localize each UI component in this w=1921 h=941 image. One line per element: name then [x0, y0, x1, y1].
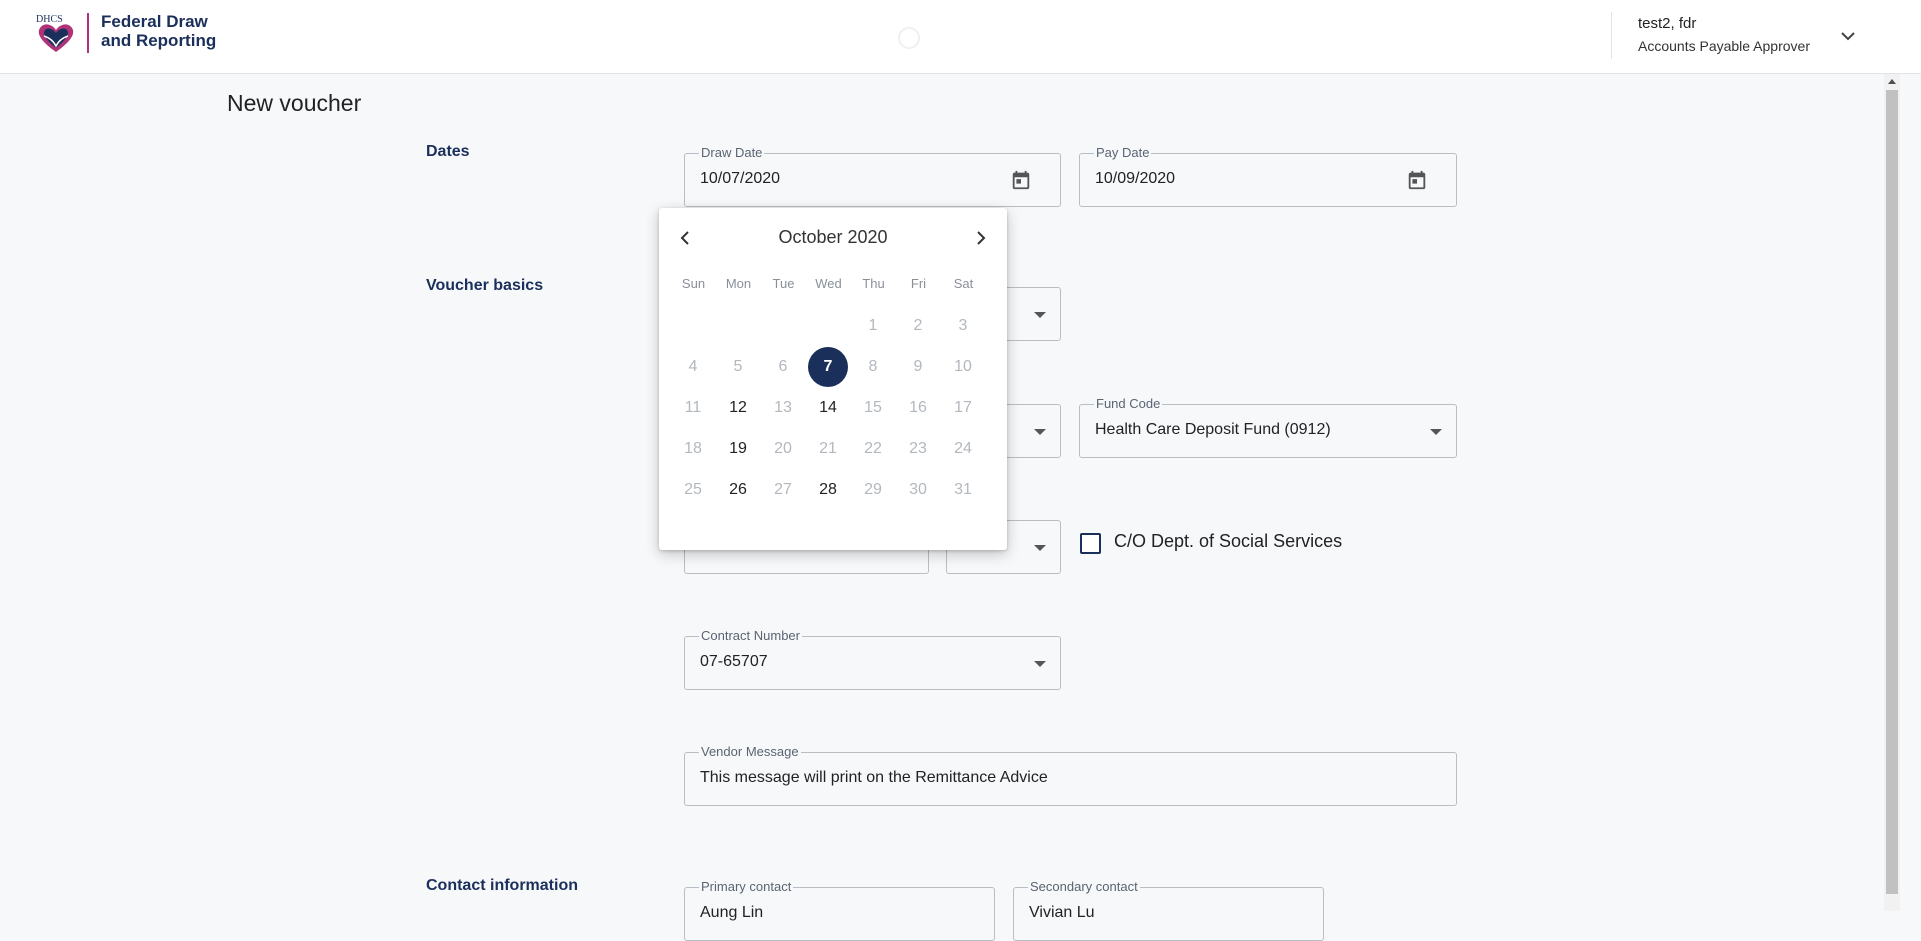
datepicker-day[interactable]: 26	[718, 470, 758, 510]
datepicker-day: 30	[909, 481, 927, 498]
datepicker-day: 25	[684, 481, 702, 498]
datepicker-day: 15	[864, 399, 882, 416]
datepicker-day: 13	[774, 399, 792, 416]
contract-number-select[interactable]: Contract Number 07-65707	[684, 628, 1061, 690]
datepicker-day: 27	[774, 481, 792, 498]
datepicker-day[interactable]: 7	[808, 347, 848, 387]
user-role: Accounts Payable Approver	[1638, 38, 1810, 54]
logo-divider	[87, 13, 89, 53]
calendar-icon[interactable]	[1010, 169, 1032, 191]
secondary-contact-field[interactable]: Secondary contact Vivian Lu	[1013, 879, 1324, 941]
page-title: New voucher	[227, 90, 362, 116]
dropdown-caret-icon	[1430, 429, 1442, 435]
datepicker-day: 23	[909, 440, 927, 457]
primary-contact-label: Primary contact	[699, 879, 794, 895]
datepicker-day: 1	[868, 317, 878, 334]
secondary-contact-label: Secondary contact	[1028, 879, 1140, 895]
co-dss-label[interactable]: C/O Dept. of Social Services	[1114, 531, 1342, 552]
primary-contact-value: Aung Lin	[700, 904, 764, 921]
weekday-label: Thu	[862, 276, 885, 291]
scroll-up-arrow-icon[interactable]	[1888, 79, 1896, 84]
datepicker-popup: October 2020 Sun Mon Tue Wed Thu Fri Sat 12345…	[659, 208, 1007, 550]
loading-spinner-icon	[898, 27, 920, 49]
pay-date-label: Pay Date	[1094, 145, 1152, 161]
app-brand[interactable]: Federal Draw and Reporting	[101, 12, 216, 50]
datepicker-day: 24	[954, 440, 972, 457]
secondary-contact-value: Vivian Lu	[1029, 904, 1095, 921]
primary-contact-field[interactable]: Primary contact Aung Lin	[684, 879, 995, 941]
user-name[interactable]: test2, fdr	[1638, 15, 1696, 32]
brand-line-2: and Reporting	[101, 31, 217, 50]
datepicker-day: 4	[688, 358, 698, 375]
dhcs-logo: DHCS	[36, 14, 74, 52]
dropdown-caret-icon	[1034, 312, 1046, 318]
dropdown-caret-icon	[1034, 545, 1046, 551]
fund-code-value: Health Care Deposit Fund (0912)	[1095, 421, 1331, 438]
datepicker-day: 5	[733, 358, 743, 375]
datepicker-day[interactable]: 19	[718, 429, 758, 469]
calendar-icon[interactable]	[1406, 169, 1428, 191]
datepicker-day: 10	[954, 358, 972, 375]
dropdown-caret-icon	[1034, 661, 1046, 667]
logo-wordmark: DHCS	[36, 14, 63, 25]
datepicker-day: 22	[864, 440, 882, 457]
pay-date-value: 10/09/2020	[1095, 170, 1176, 187]
datepicker-day: 31	[954, 481, 972, 498]
pay-date-field[interactable]: Pay Date 10/09/2020	[1079, 145, 1457, 207]
app-header: DHCS Federal Draw and Reporting test2, f…	[0, 0, 1921, 74]
fund-code-select[interactable]: Fund Code Health Care Deposit Fund (0912…	[1079, 396, 1457, 458]
datepicker-day: 3	[958, 317, 968, 334]
page-scrollbar-thumb[interactable]	[1886, 90, 1898, 894]
contract-number-value: 07-65707	[700, 653, 768, 670]
header-separator	[1611, 12, 1612, 59]
co-dss-checkbox[interactable]	[1080, 533, 1101, 554]
vendor-message-value: This message will print on the Remittanc…	[700, 769, 1048, 786]
draw-date-label: Draw Date	[699, 145, 765, 161]
chevron-down-icon[interactable]	[1838, 26, 1858, 46]
chevron-right-icon[interactable]	[969, 226, 993, 250]
weekday-label: Mon	[725, 276, 752, 291]
fund-code-label: Fund Code	[1094, 396, 1163, 412]
datepicker-month-label: October 2020	[778, 227, 888, 247]
contract-number-label: Contract Number	[699, 628, 802, 644]
vendor-message-field[interactable]: Vendor Message This message will print o…	[684, 744, 1457, 806]
vendor-message-label: Vendor Message	[699, 744, 801, 760]
weekday-label: Sun	[681, 276, 706, 291]
weekday-label: Wed	[815, 276, 842, 291]
datepicker-day: 16	[909, 399, 927, 416]
datepicker-day: 29	[864, 481, 882, 498]
section-voucher-basics: Voucher basics	[426, 277, 544, 294]
draw-date-field[interactable]: Draw Date 10/07/2020	[684, 145, 1061, 207]
datepicker-day[interactable]: 14	[808, 388, 848, 428]
datepicker-day: 20	[774, 440, 792, 457]
datepicker-day: 9	[913, 358, 923, 375]
datepicker-day: 8	[868, 358, 878, 375]
weekday-label: Fri	[910, 276, 927, 291]
datepicker-day: 11	[684, 399, 702, 416]
dropdown-caret-icon	[1034, 429, 1046, 435]
draw-date-value: 10/07/2020	[700, 170, 781, 187]
datepicker-day: 2	[913, 317, 923, 334]
section-dates: Dates	[426, 143, 470, 160]
datepicker-day: 6	[778, 358, 788, 375]
weekday-label: Sat	[953, 276, 974, 291]
datepicker-day: 17	[954, 399, 972, 416]
datepicker-day[interactable]: 12	[718, 388, 758, 428]
datepicker-day: 18	[684, 440, 702, 457]
section-contact-information: Contact information	[426, 877, 578, 894]
datepicker-day[interactable]: 28	[808, 470, 848, 510]
weekday-label: Tue	[772, 276, 795, 291]
datepicker-day: 21	[819, 440, 837, 457]
brand-line-1: Federal Draw	[101, 12, 208, 31]
